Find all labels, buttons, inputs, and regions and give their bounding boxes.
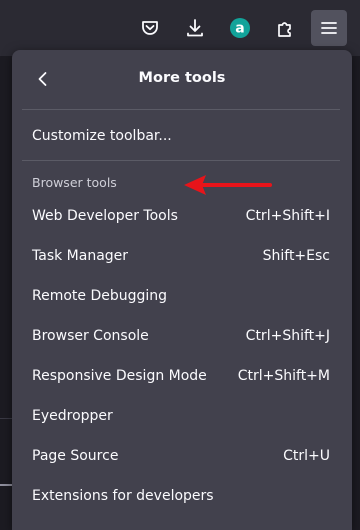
menu-item-shortcut: Ctrl+U [283,448,330,464]
extension-avatar-button[interactable]: a [222,10,258,46]
extensions-button[interactable] [267,10,303,46]
browser-toolbar: a [0,0,360,56]
menu-item-label: Extensions for developers [32,488,214,504]
customize-toolbar-item[interactable]: Customize toolbar... [22,118,340,154]
menu-item-label: Remote Debugging [32,288,168,304]
task-manager-item[interactable]: Task Manager Shift+Esc [22,238,340,274]
customize-toolbar-label: Customize toolbar... [32,128,172,144]
more-tools-panel: More tools Customize toolbar... Browser … [12,50,352,530]
panel-title: More tools [138,70,226,86]
pocket-icon [142,21,158,35]
app-menu-button[interactable] [311,10,347,46]
menu-item-shortcut: Ctrl+Shift+I [245,208,330,224]
annotation-arrow [184,175,272,195]
menu-item-label: Task Manager [32,248,129,264]
menu-icon [321,22,337,34]
menu-item-label: Page Source [32,448,119,464]
separator [22,160,340,161]
extension-avatar-letter: a [235,21,244,37]
menu-item-label: Responsive Design Mode [32,368,207,384]
responsive-design-mode-item[interactable]: Responsive Design Mode Ctrl+Shift+M [22,358,340,394]
extensions-for-developers-item[interactable]: Extensions for developers [22,478,340,514]
downloads-button[interactable] [177,10,213,46]
menu-item-shortcut: Ctrl+Shift+M [237,368,330,384]
extension-avatar-icon: a [230,18,250,38]
browser-tools-heading: Browser tools [32,175,117,190]
download-icon [187,19,203,37]
panel-header: More tools [12,50,352,108]
menu-item-label: Web Developer Tools [32,208,178,224]
menu-item-label: Browser Console [32,328,149,344]
eyedropper-item[interactable]: Eyedropper [22,398,340,434]
browser-console-item[interactable]: Browser Console Ctrl+Shift+J [22,318,340,354]
page-source-item[interactable]: Page Source Ctrl+U [22,438,340,474]
separator [22,109,340,110]
web-developer-tools-item[interactable]: Web Developer Tools Ctrl+Shift+I [22,198,340,234]
pocket-button[interactable] [132,10,168,46]
remote-debugging-item[interactable]: Remote Debugging [22,278,340,314]
menu-item-label: Eyedropper [32,408,113,424]
menu-item-shortcut: Ctrl+Shift+J [245,328,330,344]
extensions-icon [278,22,291,37]
menu-item-shortcut: Shift+Esc [262,248,330,264]
